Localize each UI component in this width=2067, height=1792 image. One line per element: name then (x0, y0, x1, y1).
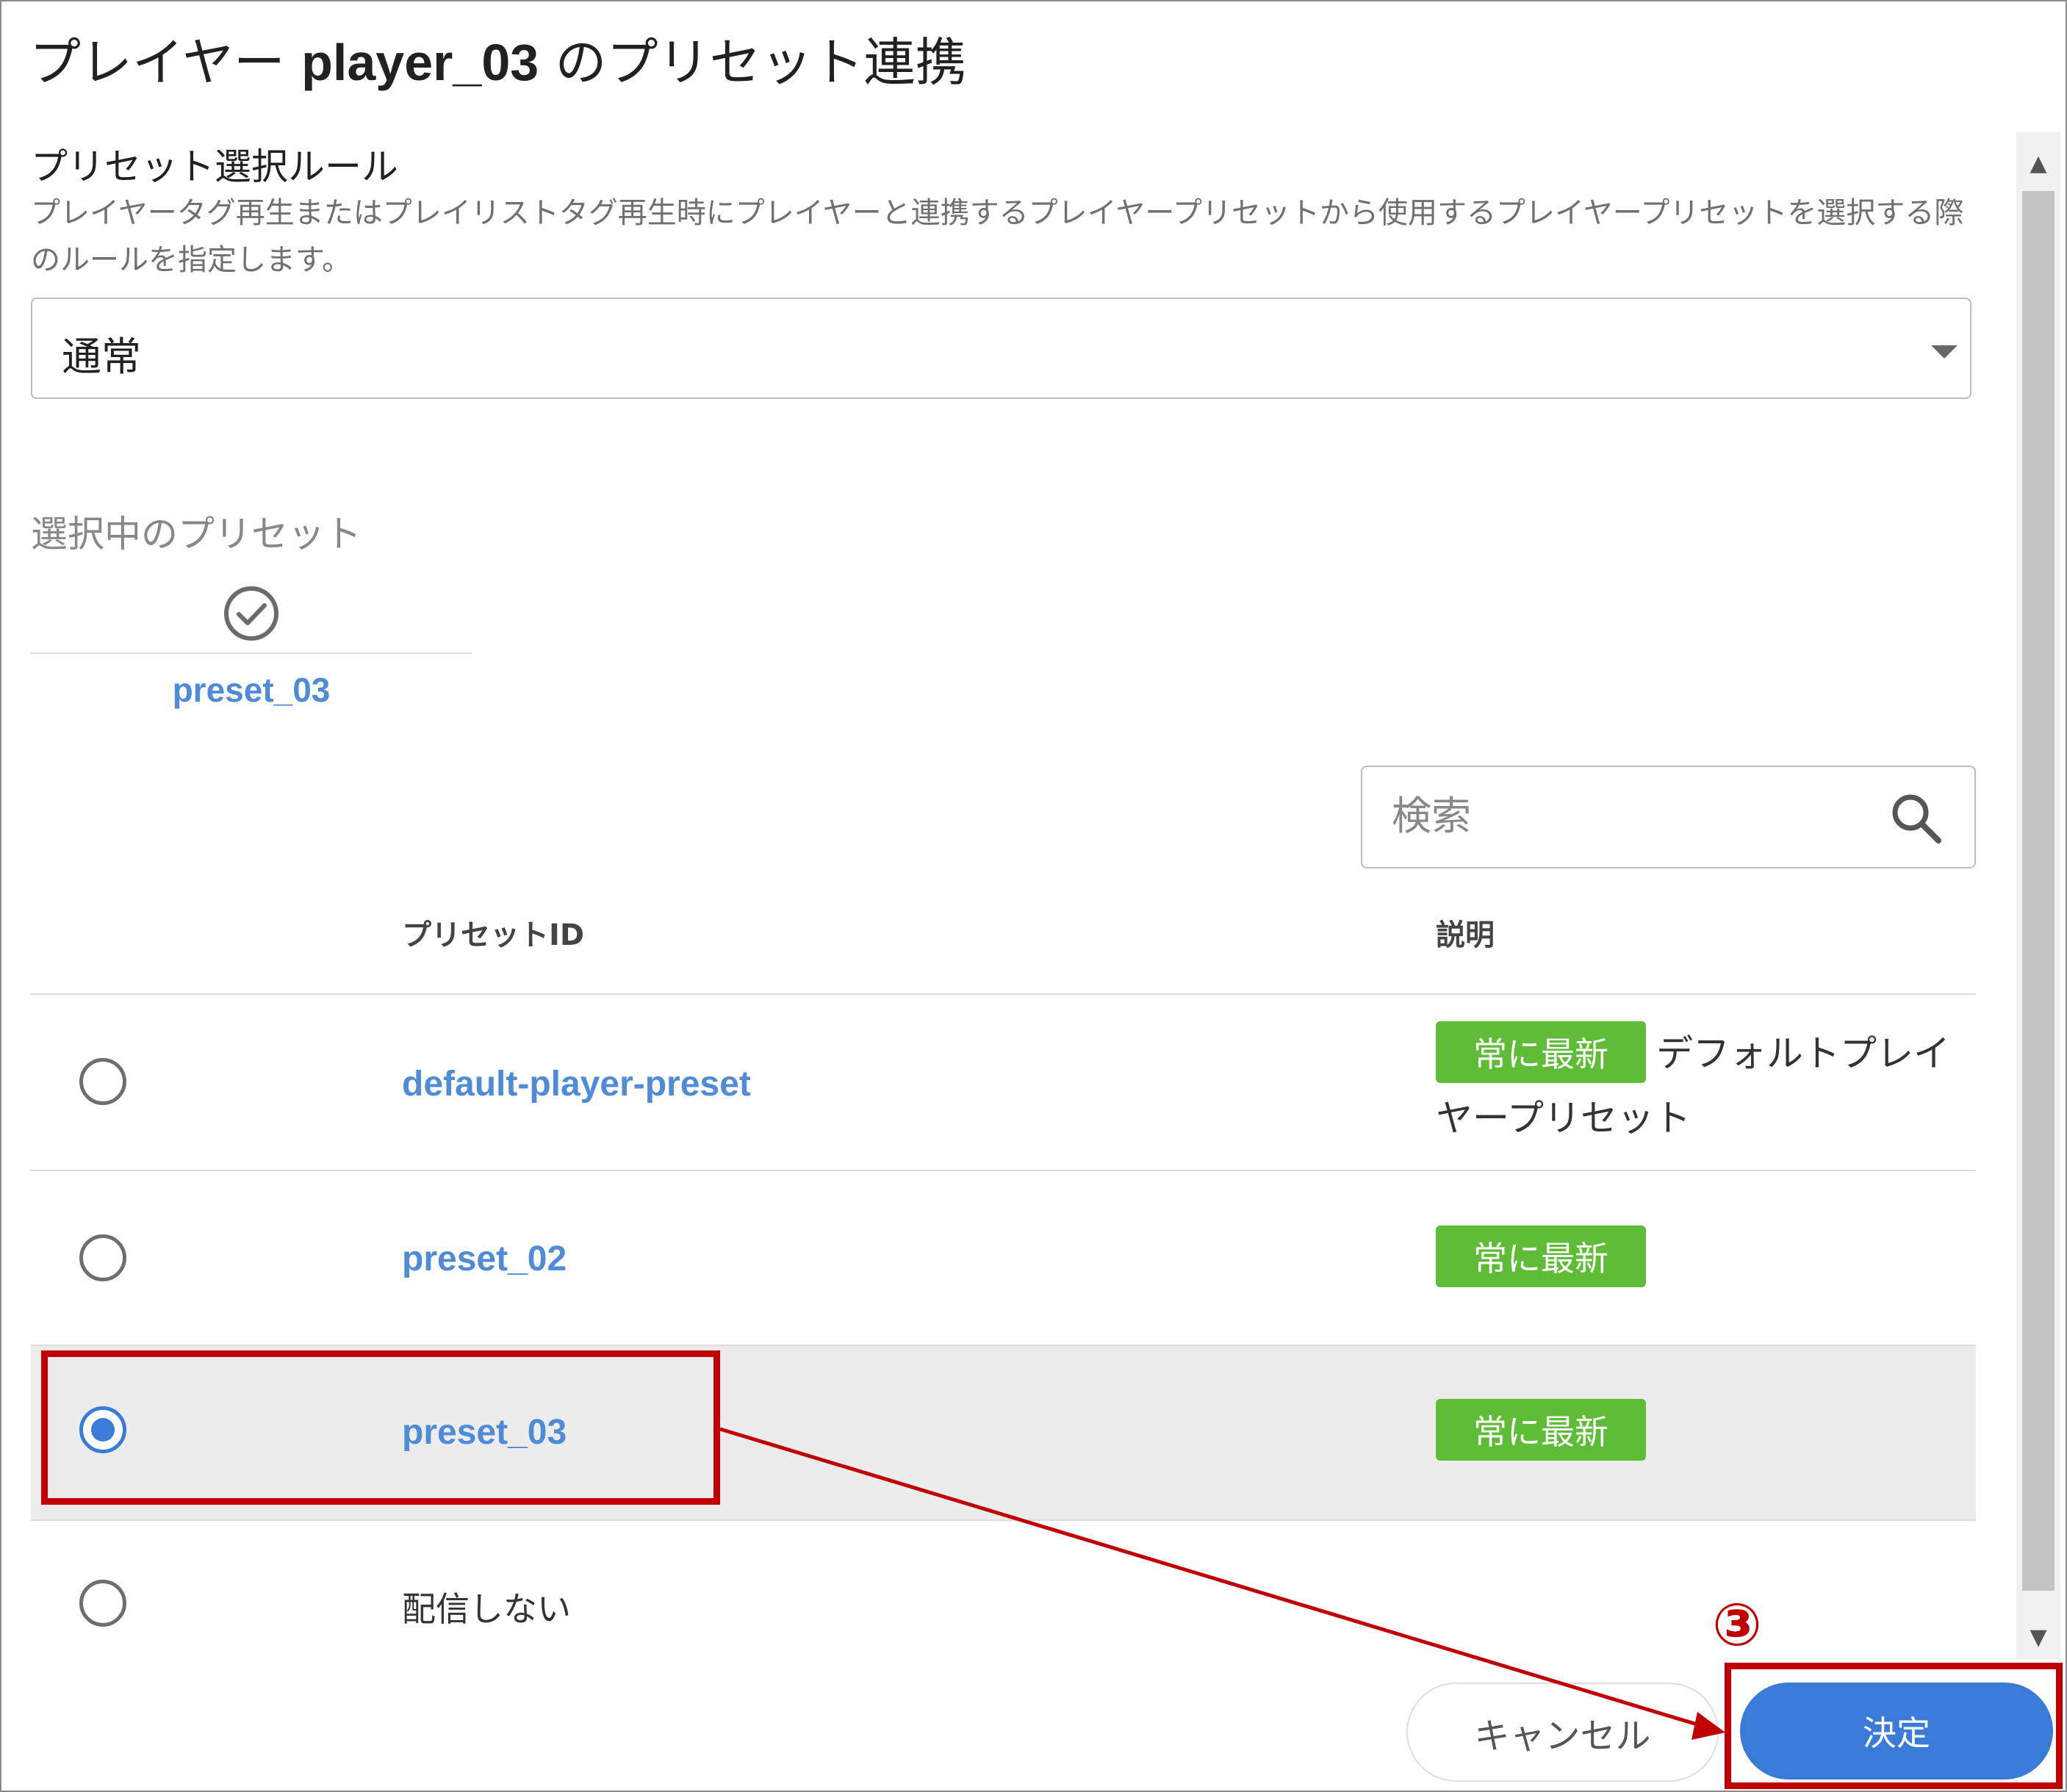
row-radio-checked[interactable] (79, 1406, 126, 1453)
selected-preset-value[interactable]: preset_03 (31, 670, 472, 710)
player-id: player_03 (301, 34, 539, 91)
table-row[interactable]: 配信しない (31, 1521, 1976, 1653)
preset-id-link[interactable]: preset_02 (402, 1239, 567, 1279)
table-row-selected[interactable]: preset_03 常に最新 (31, 1346, 1976, 1521)
dialog-title: プレイヤー player_03 のプリセット連携 (29, 29, 966, 96)
cancel-button[interactable]: キャンセル (1406, 1683, 1719, 1782)
preset-description: デフォルトプレイヤープリセット (1436, 1032, 1950, 1140)
selected-preset-divider (31, 652, 472, 654)
rule-label: プリセット選択ルール (31, 145, 398, 188)
rule-help-text: プレイヤータグ再生またはプレイリストタグ再生時にプレイヤーと連携するプレイヤープ… (31, 196, 1964, 277)
scroll-up-icon[interactable]: ▲ (2016, 141, 2060, 185)
no-delivery-option[interactable]: 配信しない (402, 1583, 571, 1631)
table-row[interactable]: default-player-preset 常に最新 デフォルトプレイヤープリセ… (31, 995, 1976, 1171)
always-latest-badge: 常に最新 (1436, 1226, 1646, 1287)
dialog-scrollbar[interactable]: ▲ ▼ (2016, 132, 2060, 1659)
title-suffix: のプリセット連携 (539, 32, 967, 93)
row-radio[interactable] (79, 1234, 126, 1281)
preset-id-link[interactable]: default-player-preset (402, 1064, 751, 1104)
rule-select[interactable]: 通常 (31, 298, 1971, 399)
selected-preset-caption: 選択中のプリセット (31, 513, 362, 555)
search-icon[interactable] (1888, 791, 1944, 846)
column-header-description[interactable]: 説明 (1436, 911, 1495, 954)
search-box[interactable] (1361, 766, 1976, 868)
confirm-button[interactable]: 決定 (1740, 1683, 2053, 1780)
row-radio[interactable] (79, 1580, 126, 1627)
row-radio[interactable] (79, 1058, 126, 1105)
table-row[interactable]: preset_02 常に最新 (31, 1171, 1976, 1346)
preset-link-dialog: プレイヤー player_03 のプリセット連携 ▲ ▼ プリセット選択ルール … (0, 0, 2067, 1792)
rule-select-value: 通常 (62, 334, 141, 380)
always-latest-badge: 常に最新 (1436, 1399, 1646, 1461)
annotation-step-marker: ③ (1712, 1591, 1762, 1659)
title-prefix: プレイヤー (29, 32, 302, 93)
preset-id-link[interactable]: preset_03 (402, 1412, 567, 1453)
search-input[interactable] (1392, 786, 1862, 845)
check-circle-icon (224, 586, 278, 641)
scroll-down-icon[interactable]: ▼ (2016, 1615, 2060, 1659)
column-header-preset-id[interactable]: プリセットID (402, 911, 584, 954)
scrollbar-thumb[interactable] (2022, 191, 2055, 1591)
chevron-down-icon (1931, 345, 1958, 359)
